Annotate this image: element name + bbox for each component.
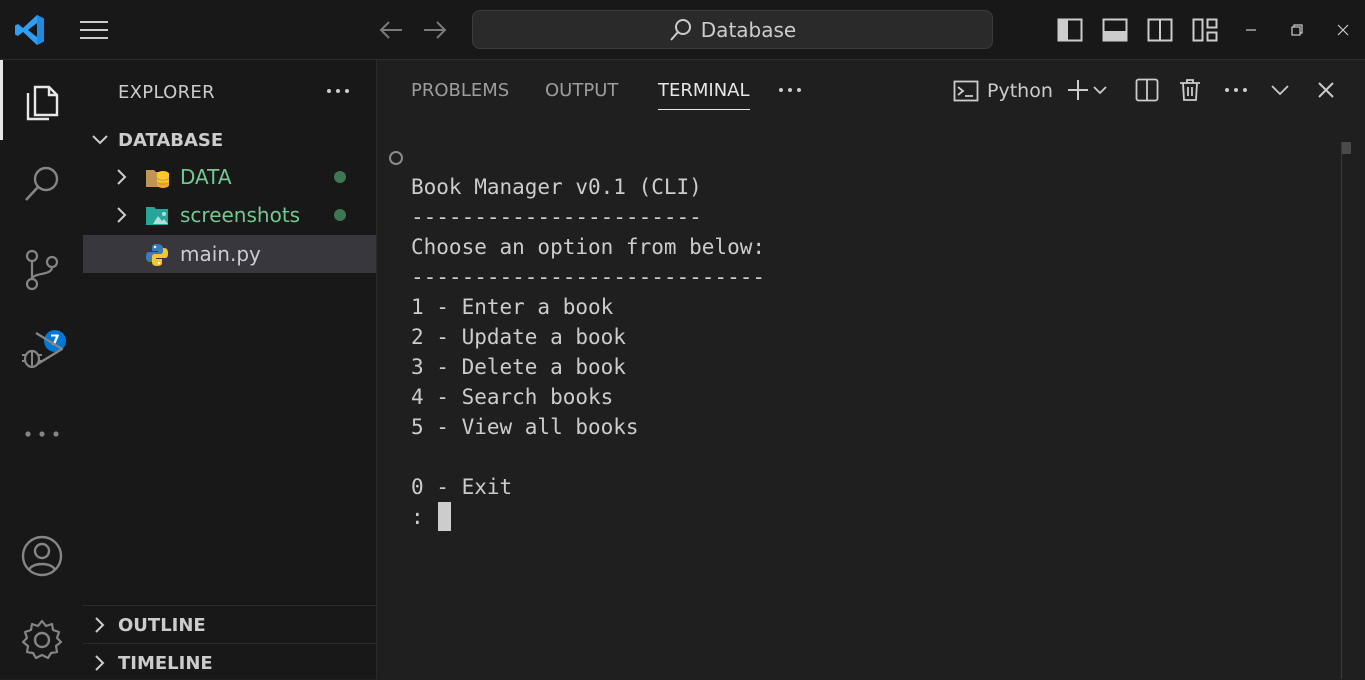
terminal-icon: [953, 80, 979, 102]
split-terminal-icon[interactable]: [1130, 74, 1164, 106]
terminal-profile-label: Python: [987, 80, 1053, 102]
timeline-label: TIMELINE: [118, 653, 213, 674]
terminal-line: 5 - View all books: [411, 415, 639, 439]
chevron-right-icon: [93, 654, 107, 676]
toggle-secondary-sidebar-icon[interactable]: [1144, 14, 1176, 46]
tree-item-data-folder[interactable]: DATA: [83, 158, 376, 196]
activity-bar: 7: [0, 60, 83, 679]
scrollbar-slider[interactable]: [1342, 142, 1351, 154]
tree-item-main-py[interactable]: main.py: [83, 235, 376, 273]
title-bar: Database: [0, 0, 1365, 60]
terminal-line: Choose an option from below:: [411, 235, 766, 259]
settings-gear-icon[interactable]: [0, 600, 83, 680]
terminal-line: 4 - Search books: [411, 385, 614, 409]
terminal-line: 1 - Enter a book: [411, 295, 614, 319]
tree-item-label: main.py: [180, 242, 261, 266]
maximize-panel-chevron-icon[interactable]: [1263, 74, 1297, 106]
trash-icon[interactable]: [1173, 74, 1207, 106]
minimize-icon[interactable]: [1234, 14, 1268, 46]
hamburger-menu-icon[interactable]: [76, 14, 112, 46]
command-decoration-icon: [389, 151, 403, 165]
terminal-line: -----------------------: [411, 205, 702, 229]
terminal-line: 0 - Exit: [411, 475, 513, 499]
workspace-root[interactable]: DATABASE: [83, 126, 376, 156]
modified-indicator: [334, 209, 346, 221]
run-debug-icon[interactable]: [0, 310, 83, 390]
tab-output[interactable]: OUTPUT: [545, 80, 618, 101]
command-center-label: Database: [700, 17, 797, 42]
close-panel-icon[interactable]: [1309, 74, 1343, 106]
modified-indicator: [334, 171, 346, 183]
toggle-sidebar-icon[interactable]: [1054, 14, 1086, 46]
more-icon[interactable]: [0, 394, 83, 474]
timeline-section-header[interactable]: TIMELINE: [83, 643, 376, 680]
terminal-profile-selector[interactable]: Python: [953, 76, 1053, 106]
tree-item-label: DATA: [180, 165, 232, 189]
more-actions-icon[interactable]: [323, 78, 353, 104]
search-icon: [670, 18, 691, 41]
more-actions-icon[interactable]: [1219, 74, 1253, 106]
customize-layout-icon[interactable]: [1189, 14, 1221, 46]
database-folder-icon: [145, 166, 171, 194]
terminal-panel: PROBLEMS OUTPUT TERMINAL Python Book Man…: [377, 60, 1365, 679]
chevron-down-icon[interactable]: [1089, 74, 1111, 106]
terminal-output[interactable]: Book Manager v0.1 (CLI) ----------------…: [411, 172, 765, 532]
vscode-logo-icon: [12, 12, 48, 48]
chevron-right-icon: [115, 206, 129, 228]
terminal-prompt-line: :: [411, 502, 765, 532]
tree-item-label: screenshots: [180, 203, 301, 227]
outline-section-header[interactable]: OUTLINE: [83, 605, 376, 644]
terminal-line: 2 - Update a book: [411, 325, 626, 349]
terminal-prompt: :: [411, 505, 424, 529]
workspace-root-label: DATABASE: [118, 130, 224, 151]
outline-label: OUTLINE: [118, 615, 206, 636]
tab-problems[interactable]: PROBLEMS: [411, 80, 509, 101]
terminal-line: Book Manager v0.1 (CLI): [411, 175, 702, 199]
explorer-sidebar: EXPLORER DATABASE DATA screenshots main.…: [83, 60, 377, 679]
images-folder-icon: [145, 204, 171, 232]
toggle-panel-icon[interactable]: [1099, 14, 1131, 46]
command-center-search[interactable]: Database: [472, 10, 993, 49]
arrow-right-icon[interactable]: [418, 14, 452, 46]
arrow-left-icon[interactable]: [374, 14, 408, 46]
chevron-down-icon: [91, 131, 109, 153]
chevron-right-icon: [93, 616, 107, 638]
terminal-scrollbar[interactable]: [1341, 142, 1352, 679]
restore-icon[interactable]: [1280, 14, 1314, 46]
terminal-cursor: [437, 502, 451, 531]
more-tabs-icon[interactable]: [775, 76, 805, 104]
search-icon[interactable]: [0, 144, 83, 224]
source-control-icon[interactable]: [0, 230, 83, 310]
tree-item-screenshots-folder[interactable]: screenshots: [83, 196, 376, 234]
terminal-line: ----------------------------: [411, 265, 766, 289]
terminal-line: 3 - Delete a book: [411, 355, 626, 379]
explorer-title: EXPLORER: [118, 82, 215, 103]
chevron-right-icon: [115, 168, 129, 190]
explorer-icon[interactable]: [0, 60, 83, 140]
close-icon[interactable]: [1326, 14, 1360, 46]
tab-terminal[interactable]: TERMINAL: [658, 80, 750, 110]
account-icon[interactable]: [0, 516, 83, 596]
python-file-icon: [145, 243, 169, 271]
